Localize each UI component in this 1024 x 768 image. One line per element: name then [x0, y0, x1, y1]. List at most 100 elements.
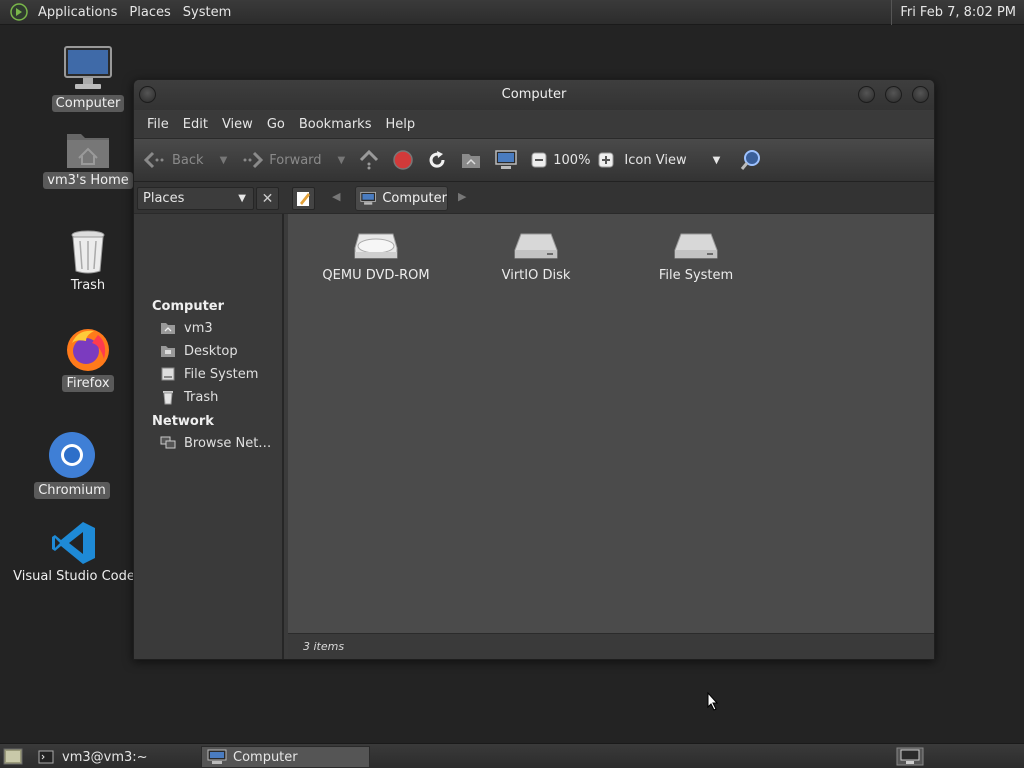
status-text: 3 items: [303, 640, 345, 653]
sidebar-item-vm3[interactable]: vm3: [160, 320, 213, 336]
hard-disk-icon: [514, 233, 558, 259]
breadcrumb-computer[interactable]: Computer: [355, 186, 448, 211]
sidebar-item-trash[interactable]: Trash: [160, 389, 218, 405]
forward-button[interactable]: Forward ▼: [241, 151, 345, 169]
view-mode-select[interactable]: Icon View ▼: [624, 153, 720, 168]
menu-file[interactable]: File: [140, 117, 176, 132]
computer-icon: [360, 191, 376, 205]
menu-view[interactable]: View: [215, 117, 260, 132]
home-folder-icon: [67, 134, 109, 168]
sidebar-item-browse-network[interactable]: Browse Net…: [160, 435, 271, 451]
search-icon: [741, 150, 761, 170]
panel-menu-places[interactable]: Places: [123, 0, 176, 25]
file-item-qemu-dvd-rom[interactable]: QEMU DVD-ROM: [306, 230, 446, 283]
toolbar: Back ▼ Forward ▼ 100% Icon View ▼: [134, 138, 934, 182]
stop-button[interactable]: [393, 150, 413, 170]
taskbar-item-terminal[interactable]: vm3@vm3:~: [33, 746, 197, 768]
desktop-icon-label: Firefox: [62, 375, 114, 392]
toggle-location-entry-button[interactable]: [292, 187, 315, 210]
breadcrumb-label: Computer: [382, 191, 447, 206]
desktop-icon-label: Chromium: [34, 482, 110, 499]
panel-menu-applications[interactable]: Applications: [32, 0, 123, 25]
view-mode-value: Icon View: [624, 152, 687, 168]
chevron-down-icon: ▼: [238, 193, 246, 204]
panel-menu-system[interactable]: System: [177, 0, 237, 25]
back-arrow-icon: [144, 151, 164, 169]
chevron-down-icon: ▼: [712, 154, 721, 166]
desktop-icon-home[interactable]: vm3's Home: [28, 128, 148, 189]
home-folder-icon: [462, 154, 481, 168]
mouse-cursor-icon: [707, 692, 719, 711]
sidebar-type-select[interactable]: Places ▼: [137, 187, 254, 210]
window-title: Computer: [501, 87, 567, 102]
panel-menu: Applications Places System: [0, 0, 241, 25]
maximize-button[interactable]: [885, 86, 902, 103]
panel-clock[interactable]: Fri Feb 7, 8:02 PM: [891, 0, 1020, 25]
distro-logo-icon[interactable]: [10, 3, 28, 21]
zoom-out-icon: [531, 152, 547, 168]
computer-button[interactable]: [495, 150, 517, 170]
menu-help[interactable]: Help: [378, 117, 422, 132]
zoom-out-button[interactable]: [531, 152, 547, 168]
close-button[interactable]: [912, 86, 929, 103]
terminal-icon: [38, 750, 54, 764]
forward-history-dropdown-icon[interactable]: ▼: [338, 155, 346, 166]
file-manager-window: Computer File Edit View Go Bookmarks Hel…: [133, 79, 935, 660]
zoom-in-button[interactable]: [598, 152, 614, 168]
minimize-button[interactable]: [858, 86, 875, 103]
desktop-icon: [161, 346, 175, 357]
search-button[interactable]: [740, 149, 762, 171]
icon-view[interactable]: QEMU DVD-ROM VirtIO Disk File System: [288, 214, 934, 633]
close-sidebar-button[interactable]: ✕: [256, 187, 279, 210]
stop-icon: [393, 150, 413, 170]
reload-button[interactable]: [427, 150, 447, 170]
desktop-icon-label: vm3's Home: [43, 172, 133, 189]
breadcrumb-scroll-right-icon[interactable]: ▶: [458, 190, 466, 203]
desktop-icon-vscode[interactable]: Visual Studio Code: [13, 520, 135, 585]
workspace-switcher-icon[interactable]: [896, 747, 924, 766]
desktop-icon-label: Computer: [51, 95, 125, 112]
location-bar: Places ▼ ✕ ◀ Computer ▶: [134, 182, 934, 214]
home-icon: [161, 323, 175, 334]
bottom-panel: vm3@vm3:~ Computer: [0, 743, 1024, 768]
sidebar-item-desktop[interactable]: Desktop: [160, 343, 238, 359]
window-menu-button[interactable]: [139, 86, 156, 103]
reload-icon: [429, 151, 445, 168]
desktop-icon-computer[interactable]: Computer: [28, 45, 148, 112]
desktop-icon-chromium[interactable]: Chromium: [12, 430, 132, 499]
forward-arrow-icon: [243, 151, 264, 169]
desktop-icon-label: Trash: [70, 278, 106, 293]
window-titlebar[interactable]: Computer: [134, 80, 934, 110]
back-button[interactable]: Back ▼: [144, 151, 227, 169]
zoom-level[interactable]: 100%: [553, 153, 590, 168]
sidebar-heading-network: Network: [152, 414, 214, 429]
status-bar: 3 items: [288, 633, 934, 659]
menu-go[interactable]: Go: [260, 117, 292, 132]
desktop-icon-firefox[interactable]: Firefox: [28, 325, 148, 392]
file-item-virtio-disk[interactable]: VirtIO Disk: [466, 230, 606, 283]
taskbar-item-computer[interactable]: Computer: [201, 746, 370, 768]
zoom-in-icon: [598, 152, 614, 168]
sidebar-type-value: Places: [143, 191, 185, 206]
back-history-dropdown-icon[interactable]: ▼: [220, 155, 228, 166]
breadcrumb-scroll-left-icon[interactable]: ◀: [332, 190, 340, 203]
computer-icon: [207, 749, 227, 764]
computer-icon: [64, 46, 112, 89]
up-arrow-icon: [360, 150, 379, 170]
chromium-icon: [49, 432, 95, 478]
optical-drive-icon: [354, 233, 398, 259]
trash-icon: [163, 391, 173, 405]
trash-icon: [71, 230, 105, 274]
sidebar-item-filesystem[interactable]: File System: [160, 366, 258, 382]
up-button[interactable]: [359, 150, 379, 170]
computer-icon: [495, 150, 517, 169]
filesystem-icon: [161, 367, 175, 381]
menu-edit[interactable]: Edit: [176, 117, 215, 132]
menu-bookmarks[interactable]: Bookmarks: [292, 117, 379, 132]
file-item-file-system[interactable]: File System: [626, 230, 766, 283]
show-desktop-icon[interactable]: [3, 748, 23, 765]
network-icon: [160, 436, 176, 449]
sidebar-heading-computer: Computer: [152, 299, 225, 314]
desktop-icon-trash[interactable]: Trash: [28, 229, 148, 294]
home-button[interactable]: [461, 151, 481, 169]
